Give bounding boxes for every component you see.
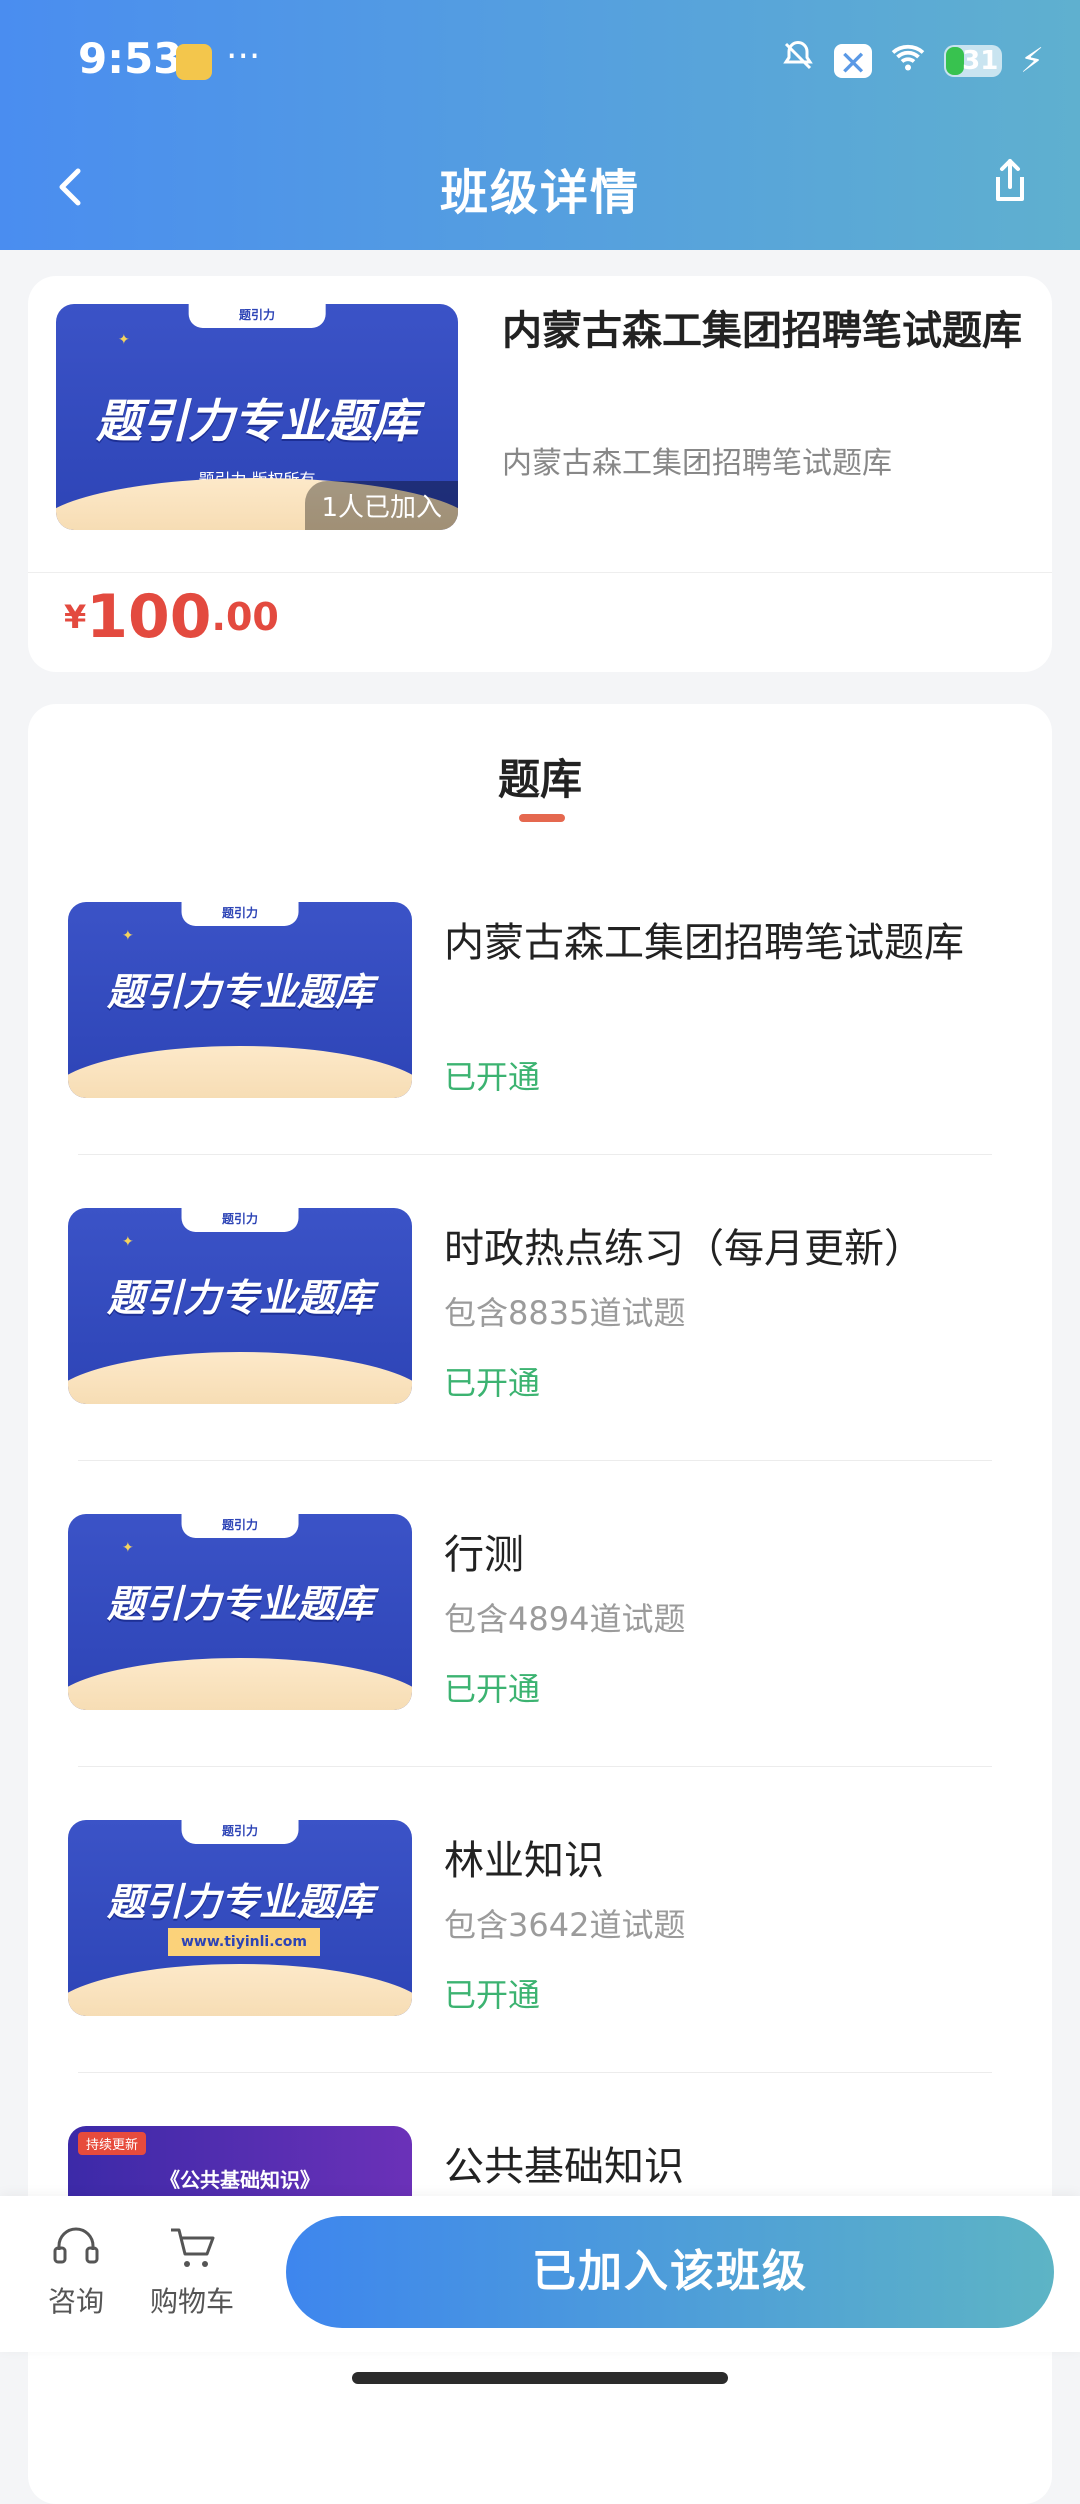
bank-item-title: 行测 bbox=[444, 1532, 524, 1578]
bank-item-thumbnail: 题引力 ✦ 题引力专业题库 题引力 版权所有 bbox=[68, 1514, 412, 1710]
bank-item-thumbnail: 题引力 ✦ 题引力专业题库 题引力 版权所有 bbox=[68, 1208, 412, 1404]
status-icons: ✕ 31 ⚡ bbox=[780, 38, 1044, 84]
mute-bell-icon bbox=[780, 38, 816, 83]
status-time: 9:53 bbox=[78, 34, 183, 83]
bank-item-title: 林业知识 bbox=[444, 1838, 604, 1884]
thumbnail-headline: 题引力专业题库 bbox=[106, 1275, 373, 1320]
battery-level: 31 bbox=[962, 45, 999, 76]
home-indicator[interactable] bbox=[352, 2372, 728, 2384]
section-title: 题库 bbox=[497, 755, 582, 804]
thumbnail-url: www.tiyinli.com bbox=[168, 1928, 320, 1956]
price-symbol: ¥ bbox=[64, 598, 87, 636]
bank-item-title: 公共基础知识 bbox=[444, 2144, 684, 2190]
status-bar: 9:53 ··· ✕ 31 ⚡ bbox=[0, 0, 1080, 125]
item-separator bbox=[78, 1766, 992, 1767]
thumbnail-logo: 题引力 bbox=[221, 1212, 259, 1226]
section-title-underline bbox=[519, 814, 565, 822]
course-subtitle: 内蒙古森工集团招聘笔试题库 bbox=[502, 446, 892, 481]
thumbnail-headline: 题引力专业题库 bbox=[106, 1581, 373, 1626]
consult-label: 咨询 bbox=[47, 2285, 104, 2318]
joined-count-badge: 1人已加入 bbox=[305, 481, 458, 530]
wifi-icon bbox=[890, 41, 926, 81]
thumbnail-headline: 题引力专业题库 bbox=[106, 1879, 373, 1924]
app-notification-icon bbox=[176, 44, 212, 80]
bank-item-status: 已开通 bbox=[444, 1670, 541, 1708]
close-notification-icon: ✕ bbox=[834, 43, 873, 84]
bank-item-count: 包含4894道试题 bbox=[444, 1600, 686, 1638]
cart-icon bbox=[165, 2220, 219, 2274]
price-integer: 100 bbox=[86, 582, 212, 652]
course-title: 内蒙古森工集团招聘笔试题库 bbox=[502, 308, 1022, 354]
price-decimal: .00 bbox=[211, 595, 279, 639]
item-separator bbox=[78, 1460, 992, 1461]
thumbnail-headline: 题引力专业题库 bbox=[96, 394, 418, 449]
cart-label: 购物车 bbox=[149, 2285, 234, 2318]
course-thumbnail: 题引力 ✦ 题引力专业题库 题引力 版权所有 1人已加入 bbox=[56, 304, 458, 530]
thumbnail-logo: 题引力 bbox=[221, 1824, 259, 1838]
bottom-action-bar: 咨询 购物车 已加入该班级 bbox=[0, 2196, 1080, 2352]
bank-item-count: 包含3642道试题 bbox=[444, 1906, 686, 1944]
bank-list-item[interactable]: 题引力 ✦ 题引力专业题库 题引力 版权所有 内蒙古森工集团招聘笔试题库 已开通 bbox=[68, 902, 1032, 1158]
bank-item-count: 包含8835道试题 bbox=[444, 1294, 686, 1332]
charging-icon: ⚡ bbox=[1020, 40, 1044, 81]
bank-item-thumbnail: 题引力 题引力专业题库 www.tiyinli.com 题引力 版权所有 bbox=[68, 1820, 412, 2016]
item-separator bbox=[78, 1154, 992, 1155]
bank-list-item[interactable]: 题引力 题引力专业题库 www.tiyinli.com 题引力 版权所有 林业知… bbox=[68, 1820, 1032, 2076]
consult-button[interactable]: 咨询 bbox=[16, 2220, 136, 2320]
thumbnail-headline: 题引力专业题库 bbox=[106, 969, 373, 1014]
thumbnail-logo: 题引力 bbox=[221, 1518, 259, 1532]
star-decoration-icon: ✦ bbox=[122, 1540, 134, 1556]
bank-item-status: 已开通 bbox=[444, 1058, 541, 1096]
header-background: 9:53 ··· ✕ 31 ⚡ 班级详情 bbox=[0, 0, 1080, 250]
star-decoration-icon: ✦ bbox=[118, 332, 130, 348]
star-decoration-icon: ✦ bbox=[122, 1234, 134, 1250]
divider bbox=[28, 572, 1052, 573]
bank-item-status: 已开通 bbox=[444, 1976, 541, 2014]
thumbnail-banner: 《公共基础知识》 bbox=[160, 2168, 320, 2192]
thumbnail-tag: 持续更新 bbox=[78, 2132, 147, 2155]
bank-item-title: 时政热点练习（每月更新） bbox=[444, 1226, 924, 1272]
item-separator bbox=[78, 2072, 992, 2073]
joined-class-button[interactable]: 已加入该班级 bbox=[286, 2216, 1054, 2328]
page-title: 班级详情 bbox=[439, 165, 640, 221]
share-button[interactable] bbox=[978, 149, 1042, 213]
navigation-bar: 班级详情 bbox=[0, 125, 1080, 250]
bank-item-thumbnail: 题引力 ✦ 题引力专业题库 题引力 版权所有 bbox=[68, 902, 412, 1098]
thumbnail-logo: 题引力 bbox=[221, 906, 259, 920]
bank-list-item[interactable]: 题引力 ✦ 题引力专业题库 题引力 版权所有 行测 包含4894道试题 已开通 bbox=[68, 1514, 1032, 1770]
bank-item-title: 内蒙古森工集团招聘笔试题库 bbox=[444, 920, 964, 966]
course-card: 题引力 ✦ 题引力专业题库 题引力 版权所有 1人已加入 内蒙古森工集团招聘笔试… bbox=[28, 276, 1052, 672]
battery-icon: 31 bbox=[944, 44, 1003, 77]
bank-item-status: 已开通 bbox=[444, 1364, 541, 1402]
more-notifications-icon: ··· bbox=[226, 36, 261, 77]
bank-list-item[interactable]: 题引力 ✦ 题引力专业题库 题引力 版权所有 时政热点练习（每月更新） 包含88… bbox=[68, 1208, 1032, 1464]
thumbnail-logo: 题引力 bbox=[238, 308, 276, 322]
star-decoration-icon: ✦ bbox=[122, 928, 134, 944]
headset-icon bbox=[49, 2220, 103, 2274]
cart-button[interactable]: 购物车 bbox=[132, 2220, 252, 2320]
course-price: ¥100.00 bbox=[64, 582, 279, 652]
